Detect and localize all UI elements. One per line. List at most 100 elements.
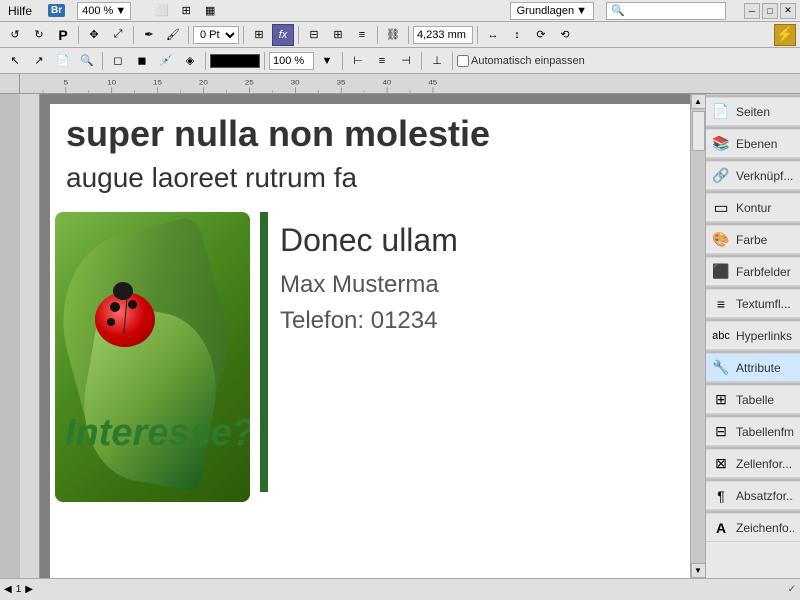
row-btn[interactable]: ≡ [351, 24, 373, 46]
ruler-corner [0, 74, 20, 94]
opacity-input[interactable] [269, 52, 314, 70]
page-btn[interactable]: 📄 [52, 50, 74, 72]
align-left-btn[interactable]: ⊢ [347, 50, 369, 72]
auto-fit-checkbox[interactable] [457, 55, 469, 67]
rotate-btn[interactable]: ⟳ [530, 24, 552, 46]
menu-hilfe[interactable]: Hilfe [4, 2, 36, 20]
panel-item-textumfl[interactable]: ≡ Textumfl... [706, 290, 800, 318]
panel-item-attribute[interactable]: 🔧 Attribute [706, 354, 800, 382]
select-btn[interactable]: ↖ [4, 50, 26, 72]
pen-tool-btn[interactable]: ✒ [138, 24, 160, 46]
panel-item-zeichenfor[interactable]: A Zeichenfo... [706, 514, 800, 542]
maximize-btn[interactable]: □ [762, 3, 778, 19]
tabelle-label: Tabelle [736, 393, 794, 407]
panel-item-hyperlinks[interactable]: abc Hyperlinks [706, 322, 800, 350]
sep2-1 [102, 52, 103, 70]
panel-item-tabellenfm[interactable]: ⊟ Tabellenfm... [706, 418, 800, 446]
panel-item-verknuepf[interactable]: 🔗 Verknüpf... [706, 162, 800, 190]
scroll-up-btn[interactable]: ▲ [691, 94, 706, 109]
ebenen-label: Ebenen [736, 137, 794, 151]
direct-select-btn[interactable]: ↗ [28, 50, 50, 72]
right-scrollbar[interactable]: ▲ ▼ [690, 94, 705, 578]
align-btn[interactable]: ⊞ [248, 24, 270, 46]
pt-select[interactable]: 0 Pt [193, 26, 239, 44]
ladybug-spot2 [107, 318, 115, 326]
panel-item-absatzfor[interactable]: ¶ Absatzfor... [706, 482, 800, 510]
scroll-track[interactable] [691, 109, 706, 563]
document-page: super nulla non molestie augue laoreet r… [50, 104, 690, 578]
zoom-control[interactable]: 400 % ▼ [77, 2, 131, 20]
scroll-down-btn[interactable]: ▼ [691, 563, 706, 578]
link-btn[interactable]: ⛓ [382, 24, 404, 46]
textumfl-label: Textumfl... [736, 297, 794, 311]
svg-text:15: 15 [153, 78, 162, 86]
canvas-area[interactable]: super nulla non molestie augue laoreet r… [40, 94, 690, 578]
undo-btn[interactable]: ↺ [4, 24, 26, 46]
panel-item-ebenen[interactable]: 📚 Ebenen [706, 130, 800, 158]
view-mode-btn1[interactable]: ⬜ [151, 0, 173, 22]
farbfelder-label: Farbfelder [736, 265, 794, 279]
table-btn[interactable]: ⊟ [303, 24, 325, 46]
lightning-btn[interactable]: ⚡ [774, 24, 796, 46]
workspace-selector[interactable]: Grundlagen ▼ [510, 2, 594, 20]
textumfl-icon: ≡ [712, 295, 730, 313]
close-btn[interactable]: ✕ [780, 3, 796, 19]
zoom-value: 400 % [82, 5, 113, 17]
text-tool-btn[interactable]: P [52, 24, 74, 46]
rotate2-btn[interactable]: ⟲ [554, 24, 576, 46]
flip-v-btn[interactable]: ↕ [506, 24, 528, 46]
interesse-text: Interesse?! [65, 412, 250, 455]
move-tool-btn[interactable]: ✥ [83, 24, 105, 46]
ladybug-head [113, 282, 133, 300]
workspace-label: Grundlagen [517, 5, 575, 17]
col-btn[interactable]: ⊞ [327, 24, 349, 46]
color-swatch[interactable] [210, 54, 260, 68]
search-box[interactable]: 🔍 [606, 2, 726, 20]
panel-item-seiten[interactable]: 📄 Seiten [706, 98, 800, 126]
zoom-arrow[interactable]: ▼ [115, 5, 126, 17]
redo-btn[interactable]: ↻ [28, 24, 50, 46]
eyedropper-btn[interactable]: 💉 [155, 50, 177, 72]
svg-text:25: 25 [245, 78, 254, 86]
opacity-arrow[interactable]: ▼ [316, 50, 338, 72]
view-mode-btn3[interactable]: ▦ [199, 0, 221, 22]
gradient-btn[interactable]: ◈ [179, 50, 201, 72]
panel-item-zellenfor[interactable]: ⊠ Zellenfor... [706, 450, 800, 478]
align-center-btn[interactable]: ≡ [371, 50, 393, 72]
flip-h-btn[interactable]: ↔ [482, 24, 504, 46]
zoom-btn[interactable]: 🔍 [76, 50, 98, 72]
zeichenfor-icon: A [712, 519, 730, 537]
fill-btn[interactable]: ◻ [107, 50, 129, 72]
fx-btn[interactable]: fx [272, 24, 294, 46]
search-icon: 🔍 [611, 4, 625, 17]
sep2-6 [452, 52, 453, 70]
width-input[interactable] [413, 26, 473, 44]
panel-item-tabelle[interactable]: ⊞ Tabelle [706, 386, 800, 414]
separator3 [188, 26, 189, 44]
minimize-btn[interactable]: ─ [744, 3, 760, 19]
tabellenfm-label: Tabellenfm... [736, 425, 794, 439]
distribute-btn[interactable]: ⊥ [426, 50, 448, 72]
separator4 [243, 26, 244, 44]
panel-item-kontur[interactable]: ▭ Kontur [706, 194, 800, 222]
scale-tool-btn[interactable]: ⤢ [107, 24, 129, 46]
zeichenfor-label: Zeichenfo... [736, 521, 794, 535]
separator7 [408, 26, 409, 44]
panel-item-farbfelder[interactable]: ⬛ Farbfelder [706, 258, 800, 286]
farbfelder-icon: ⬛ [712, 263, 730, 281]
contact-block: Donec ullam Max Musterma Telefon: 01234 [280, 222, 458, 335]
seiten-icon: 📄 [712, 103, 730, 121]
scroll-thumb[interactable] [692, 111, 705, 151]
align-right-btn[interactable]: ⊣ [395, 50, 417, 72]
left-ruler [20, 94, 40, 578]
stroke-btn[interactable]: ◼ [131, 50, 153, 72]
brush-tool-btn[interactable]: 🖌 [162, 24, 184, 46]
kontur-icon: ▭ [712, 199, 730, 217]
view-mode-btn2[interactable]: ⊞ [175, 0, 197, 22]
separator2 [133, 26, 134, 44]
svg-text:5: 5 [64, 78, 68, 86]
sep2-2 [205, 52, 206, 70]
panel-item-farbe[interactable]: 🎨 Farbe [706, 226, 800, 254]
sep2-5 [421, 52, 422, 70]
svg-text:20: 20 [199, 78, 208, 86]
